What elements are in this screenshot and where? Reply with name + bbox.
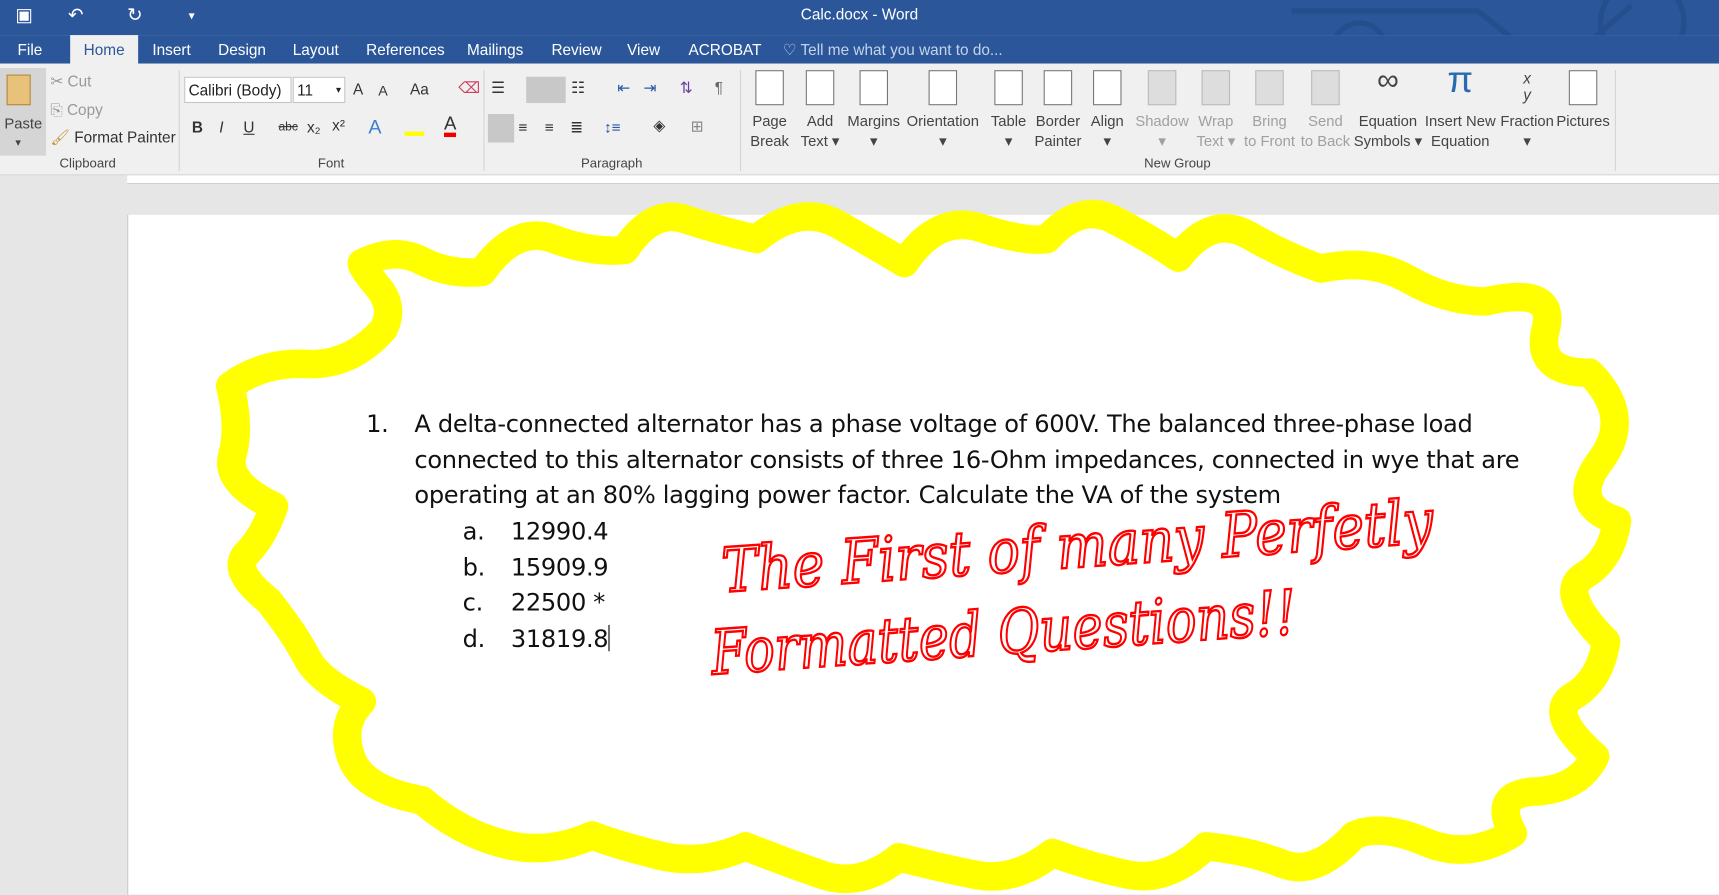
handwritten-annotation: The First of many Perfetly Formatted Que… (707, 485, 1438, 690)
annotation-line-1: The First of many Perfetly (720, 486, 1437, 607)
